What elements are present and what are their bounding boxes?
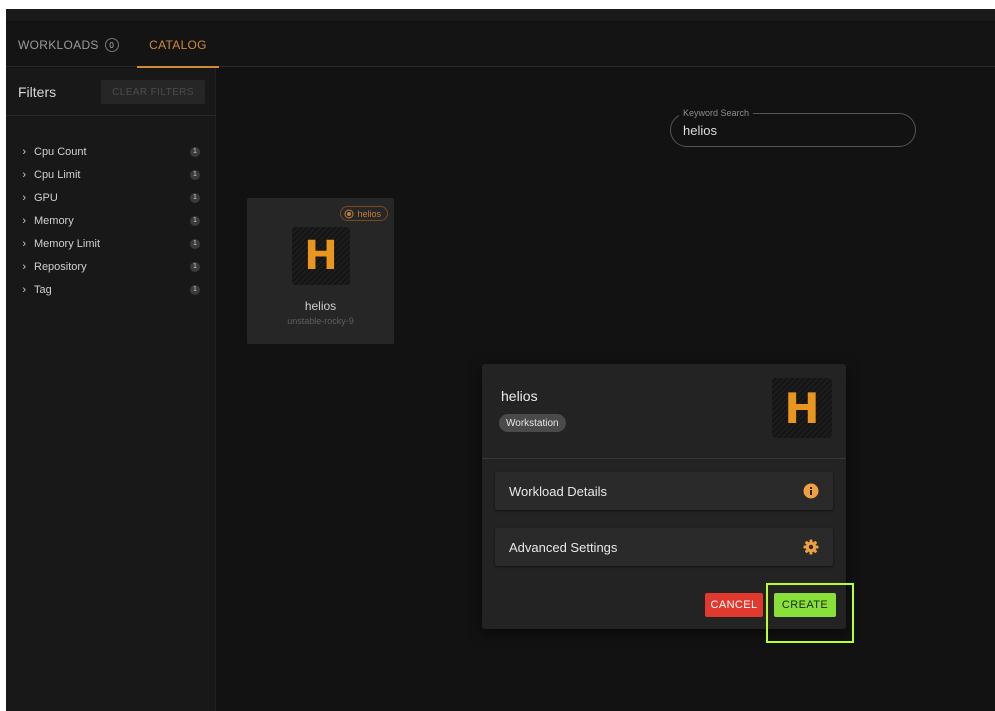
chevron-right-icon: › bbox=[22, 145, 26, 158]
keyword-search-input[interactable] bbox=[681, 122, 901, 139]
filters-sidebar: Filters CLEAR FILTERS › Cpu Count 1 › Cpu Li… bbox=[6, 68, 216, 711]
tag-target-icon bbox=[344, 209, 354, 218]
filter-item-label: GPU bbox=[34, 191, 58, 204]
helios-logo: H bbox=[292, 227, 350, 285]
filter-count-badge: 1 bbox=[190, 146, 200, 157]
tab-bar: WORKLOADS 0 CATALOG bbox=[6, 23, 995, 68]
workload-details-label: Workload Details bbox=[509, 483, 608, 499]
dialog-divider bbox=[482, 458, 846, 459]
filter-count-badge: 1 bbox=[190, 261, 200, 272]
create-button[interactable]: CREATE bbox=[774, 593, 836, 617]
tab-workloads[interactable]: WORKLOADS 0 bbox=[18, 23, 119, 67]
dialog-helios-logo: H bbox=[772, 378, 832, 438]
filter-item[interactable]: › Memory Limit 1 bbox=[6, 232, 216, 255]
create-workload-dialog: helios Workstation H Workload Details Ad… bbox=[482, 364, 854, 643]
workload-details-accordion[interactable]: Workload Details bbox=[495, 472, 833, 510]
filter-item-label: Cpu Limit bbox=[34, 168, 81, 181]
filter-item[interactable]: › GPU 1 bbox=[6, 186, 216, 209]
clear-filters-button[interactable]: CLEAR FILTERS bbox=[101, 80, 205, 104]
top-bar bbox=[6, 9, 995, 21]
cancel-button[interactable]: CANCEL bbox=[705, 593, 763, 617]
card-tag-chip[interactable]: helios bbox=[340, 206, 388, 221]
filter-item-label: Tag bbox=[34, 283, 52, 296]
filter-count-badge: 1 bbox=[190, 215, 200, 226]
advanced-settings-label: Advanced Settings bbox=[509, 539, 618, 555]
filter-item[interactable]: › Cpu Count 1 bbox=[6, 140, 216, 163]
filters-header: Filters CLEAR FILTERS bbox=[6, 68, 216, 116]
chevron-right-icon: › bbox=[22, 191, 26, 204]
chevron-right-icon: › bbox=[22, 214, 26, 227]
dialog-logo-letter: H bbox=[784, 383, 820, 433]
info-icon bbox=[803, 483, 819, 499]
filter-item[interactable]: › Tag 1 bbox=[6, 278, 216, 301]
chevron-right-icon: › bbox=[22, 283, 26, 296]
gear-icon bbox=[803, 539, 819, 555]
tab-catalog-label: CATALOG bbox=[149, 38, 207, 52]
filter-item-label: Memory bbox=[34, 214, 74, 227]
card-title: helios bbox=[304, 299, 337, 313]
card-tag-label: helios bbox=[357, 208, 381, 219]
filter-count-badge: 1 bbox=[190, 192, 200, 203]
chevron-right-icon: › bbox=[22, 237, 26, 250]
chevron-right-icon: › bbox=[22, 168, 26, 181]
workload-type-chip: Workstation bbox=[499, 414, 566, 432]
filters-title: Filters bbox=[18, 84, 57, 100]
app-window: WORKLOADS 0 CATALOG Filters CLEAR FILTER… bbox=[6, 9, 995, 711]
keyword-search-field: Keyword Search bbox=[670, 108, 916, 147]
card-subtitle: unstable-rocky-9 bbox=[287, 316, 354, 326]
advanced-settings-accordion[interactable]: Advanced Settings bbox=[495, 528, 833, 566]
create-button-highlight: CREATE bbox=[766, 583, 854, 643]
filter-item[interactable]: › Cpu Limit 1 bbox=[6, 163, 216, 186]
filter-item[interactable]: › Repository 1 bbox=[6, 255, 216, 278]
filter-count-badge: 1 bbox=[190, 238, 200, 249]
filter-item-label: Repository bbox=[34, 260, 87, 273]
dialog-title: helios bbox=[501, 388, 538, 404]
tab-workloads-label: WORKLOADS bbox=[18, 38, 99, 52]
workloads-count-badge: 0 bbox=[104, 38, 119, 52]
keyword-search-label: Keyword Search bbox=[679, 108, 754, 118]
filter-count-badge: 1 bbox=[190, 169, 200, 180]
chevron-right-icon: › bbox=[22, 260, 26, 273]
filter-item[interactable]: › Memory 1 bbox=[6, 209, 216, 232]
filter-item-label: Memory Limit bbox=[34, 237, 101, 250]
catalog-card-helios[interactable]: helios H helios unstable-rocky-9 bbox=[247, 198, 394, 344]
helios-logo-letter: H bbox=[304, 233, 338, 279]
tab-catalog[interactable]: CATALOG bbox=[137, 23, 219, 68]
filter-count-badge: 1 bbox=[190, 284, 200, 295]
filter-list: › Cpu Count 1 › Cpu Limit 1 › GPU 1 › Memory 1 › Memo… bbox=[6, 140, 216, 301]
filter-item-label: Cpu Count bbox=[34, 145, 87, 158]
